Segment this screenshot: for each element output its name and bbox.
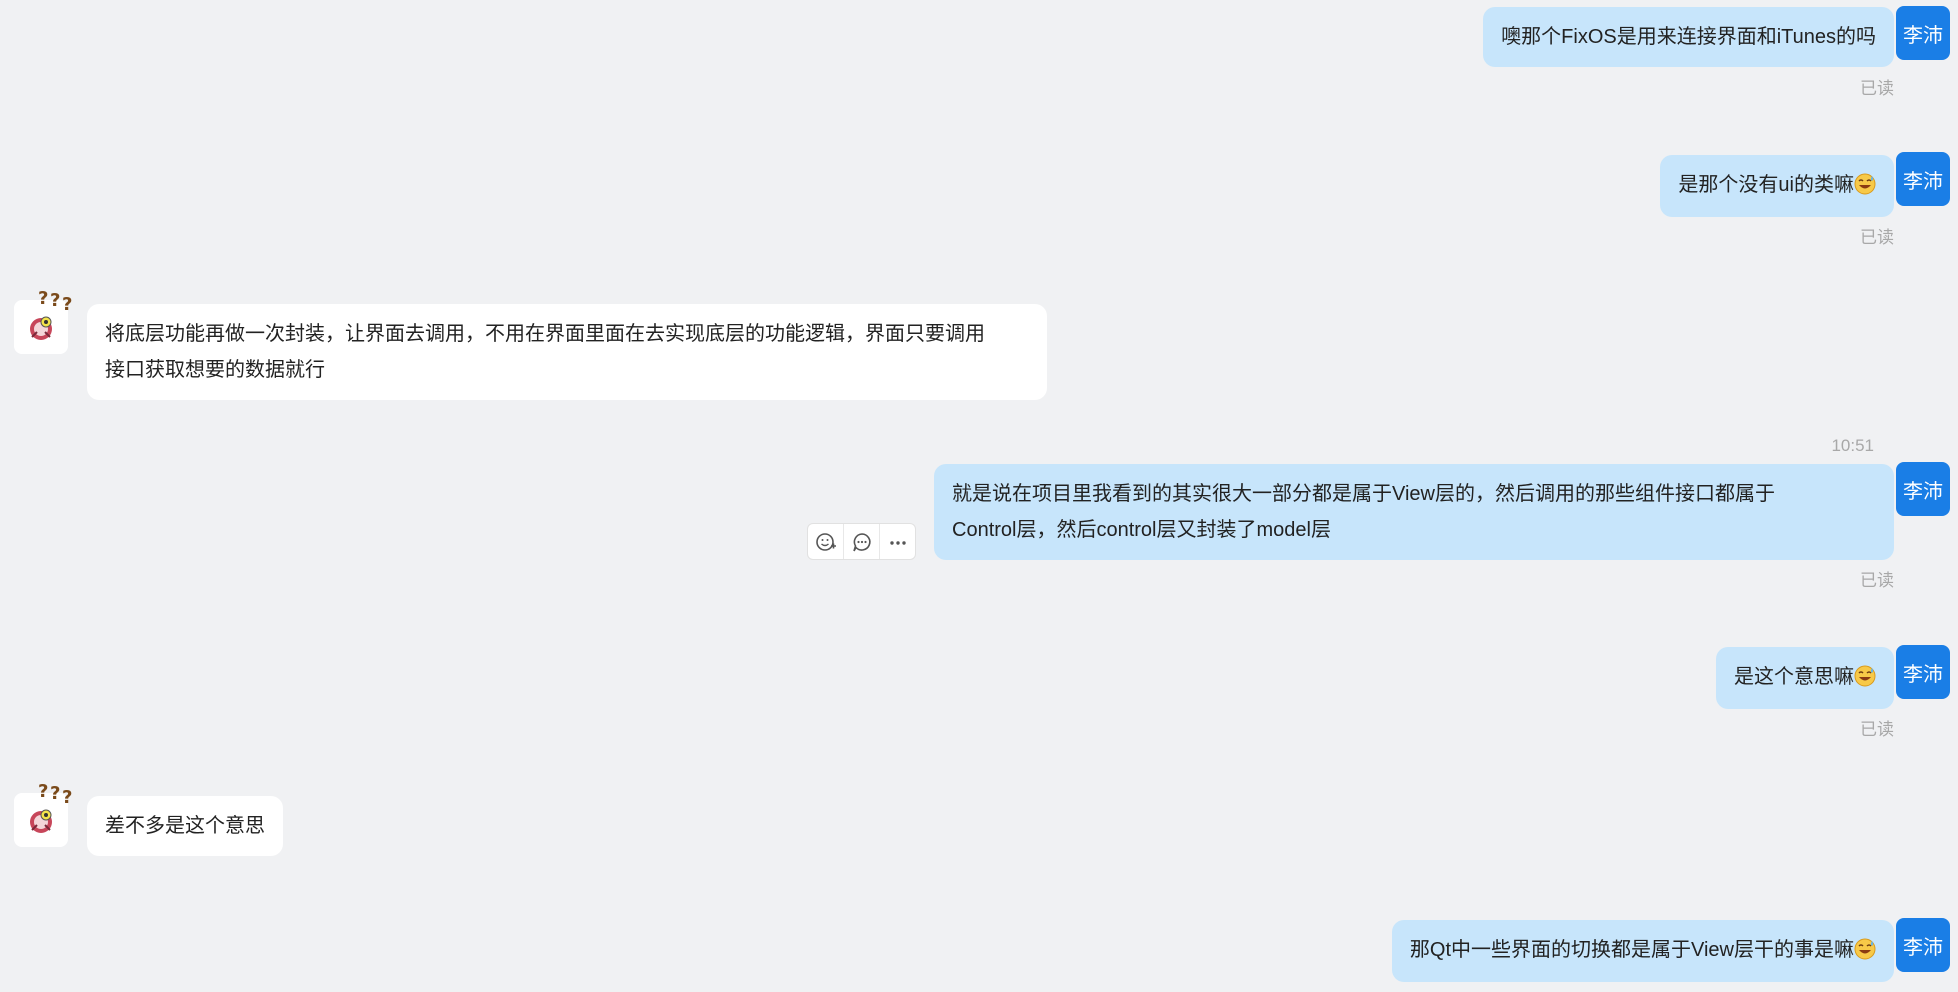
question-marks-icon: ?: [38, 288, 49, 309]
question-mark-icon: ?: [62, 294, 73, 315]
message-bubble[interactable]: 噢那个FixOS是用来连接界面和iTunes的吗: [1483, 7, 1894, 67]
user-avatar[interactable]: 李沛: [1896, 462, 1950, 516]
message-text: 差不多是这个意思: [105, 815, 265, 837]
user-avatar[interactable]: 李沛: [1896, 918, 1950, 972]
grin-sweat-emoji-icon: [1854, 171, 1876, 207]
contact-avatar[interactable]: ? ? ?: [14, 781, 72, 847]
more-options-button[interactable]: [880, 524, 915, 559]
question-mark-icon: ?: [50, 290, 61, 311]
user-avatar[interactable]: 李沛: [1896, 152, 1950, 206]
reply-comment-icon: [852, 532, 871, 551]
read-status: 已读: [1860, 571, 1894, 590]
message-timestamp: 10:51: [1831, 436, 1874, 455]
cartoon-character-icon: [30, 316, 52, 340]
chat-message-list[interactable]: 李沛 噢那个FixOS是用来连接界面和iTunes的吗 已读 李沛 是那个没有u…: [0, 0, 1958, 992]
message-text-line: 将底层功能再做一次封装，让界面去调用，不用在界面里面在去实现底层的功能逻辑，界面…: [105, 323, 985, 345]
message-text-line: Control层，然后control层又封装了model层: [952, 519, 1331, 541]
grin-sweat-emoji-icon: [1854, 936, 1876, 972]
message-text-line: 就是说在项目里我看到的其实很大一部分都是属于View层的，然后调用的那些组件接口…: [952, 483, 1775, 505]
more-options-icon: [889, 540, 906, 545]
emoji-reaction-button[interactable]: [808, 524, 844, 559]
cartoon-character-icon: [30, 809, 52, 833]
reply-button[interactable]: [844, 524, 880, 559]
message-bubble[interactable]: 就是说在项目里我看到的其实很大一部分都是属于View层的，然后调用的那些组件接口…: [934, 464, 1894, 560]
read-status: 已读: [1860, 720, 1894, 739]
message-action-toolbar: [807, 523, 916, 560]
grin-sweat-emoji-icon: [1854, 663, 1876, 699]
message-bubble[interactable]: 是这个意思嘛: [1716, 647, 1894, 709]
message-bubble[interactable]: 差不多是这个意思: [87, 796, 283, 856]
contact-avatar[interactable]: ? ? ?: [14, 288, 72, 354]
message-text: 是这个意思嘛: [1734, 666, 1854, 688]
message-text: 噢那个FixOS是用来连接界面和iTunes的吗: [1501, 26, 1876, 48]
message-bubble[interactable]: 将底层功能再做一次封装，让界面去调用，不用在界面里面在去实现底层的功能逻辑，界面…: [87, 304, 1047, 400]
message-bubble[interactable]: 是那个没有ui的类嘛: [1660, 155, 1894, 217]
message-text: 是那个没有ui的类嘛: [1678, 174, 1854, 196]
read-status: 已读: [1860, 79, 1894, 98]
question-mark-icon: ?: [50, 783, 61, 804]
message-text: 那Qt中一些界面的切换都是属于View层干的事是嘛: [1409, 939, 1854, 961]
read-status: 已读: [1860, 228, 1894, 247]
question-mark-icon: ?: [62, 787, 73, 808]
message-bubble[interactable]: 那Qt中一些界面的切换都是属于View层干的事是嘛: [1391, 920, 1894, 982]
message-text-line: 接口获取想要的数据就行: [105, 359, 325, 381]
question-marks-icon: ?: [38, 781, 49, 802]
user-avatar[interactable]: 李沛: [1896, 645, 1950, 699]
user-avatar[interactable]: 李沛: [1896, 6, 1950, 60]
emoji-reaction-icon: [815, 532, 836, 551]
